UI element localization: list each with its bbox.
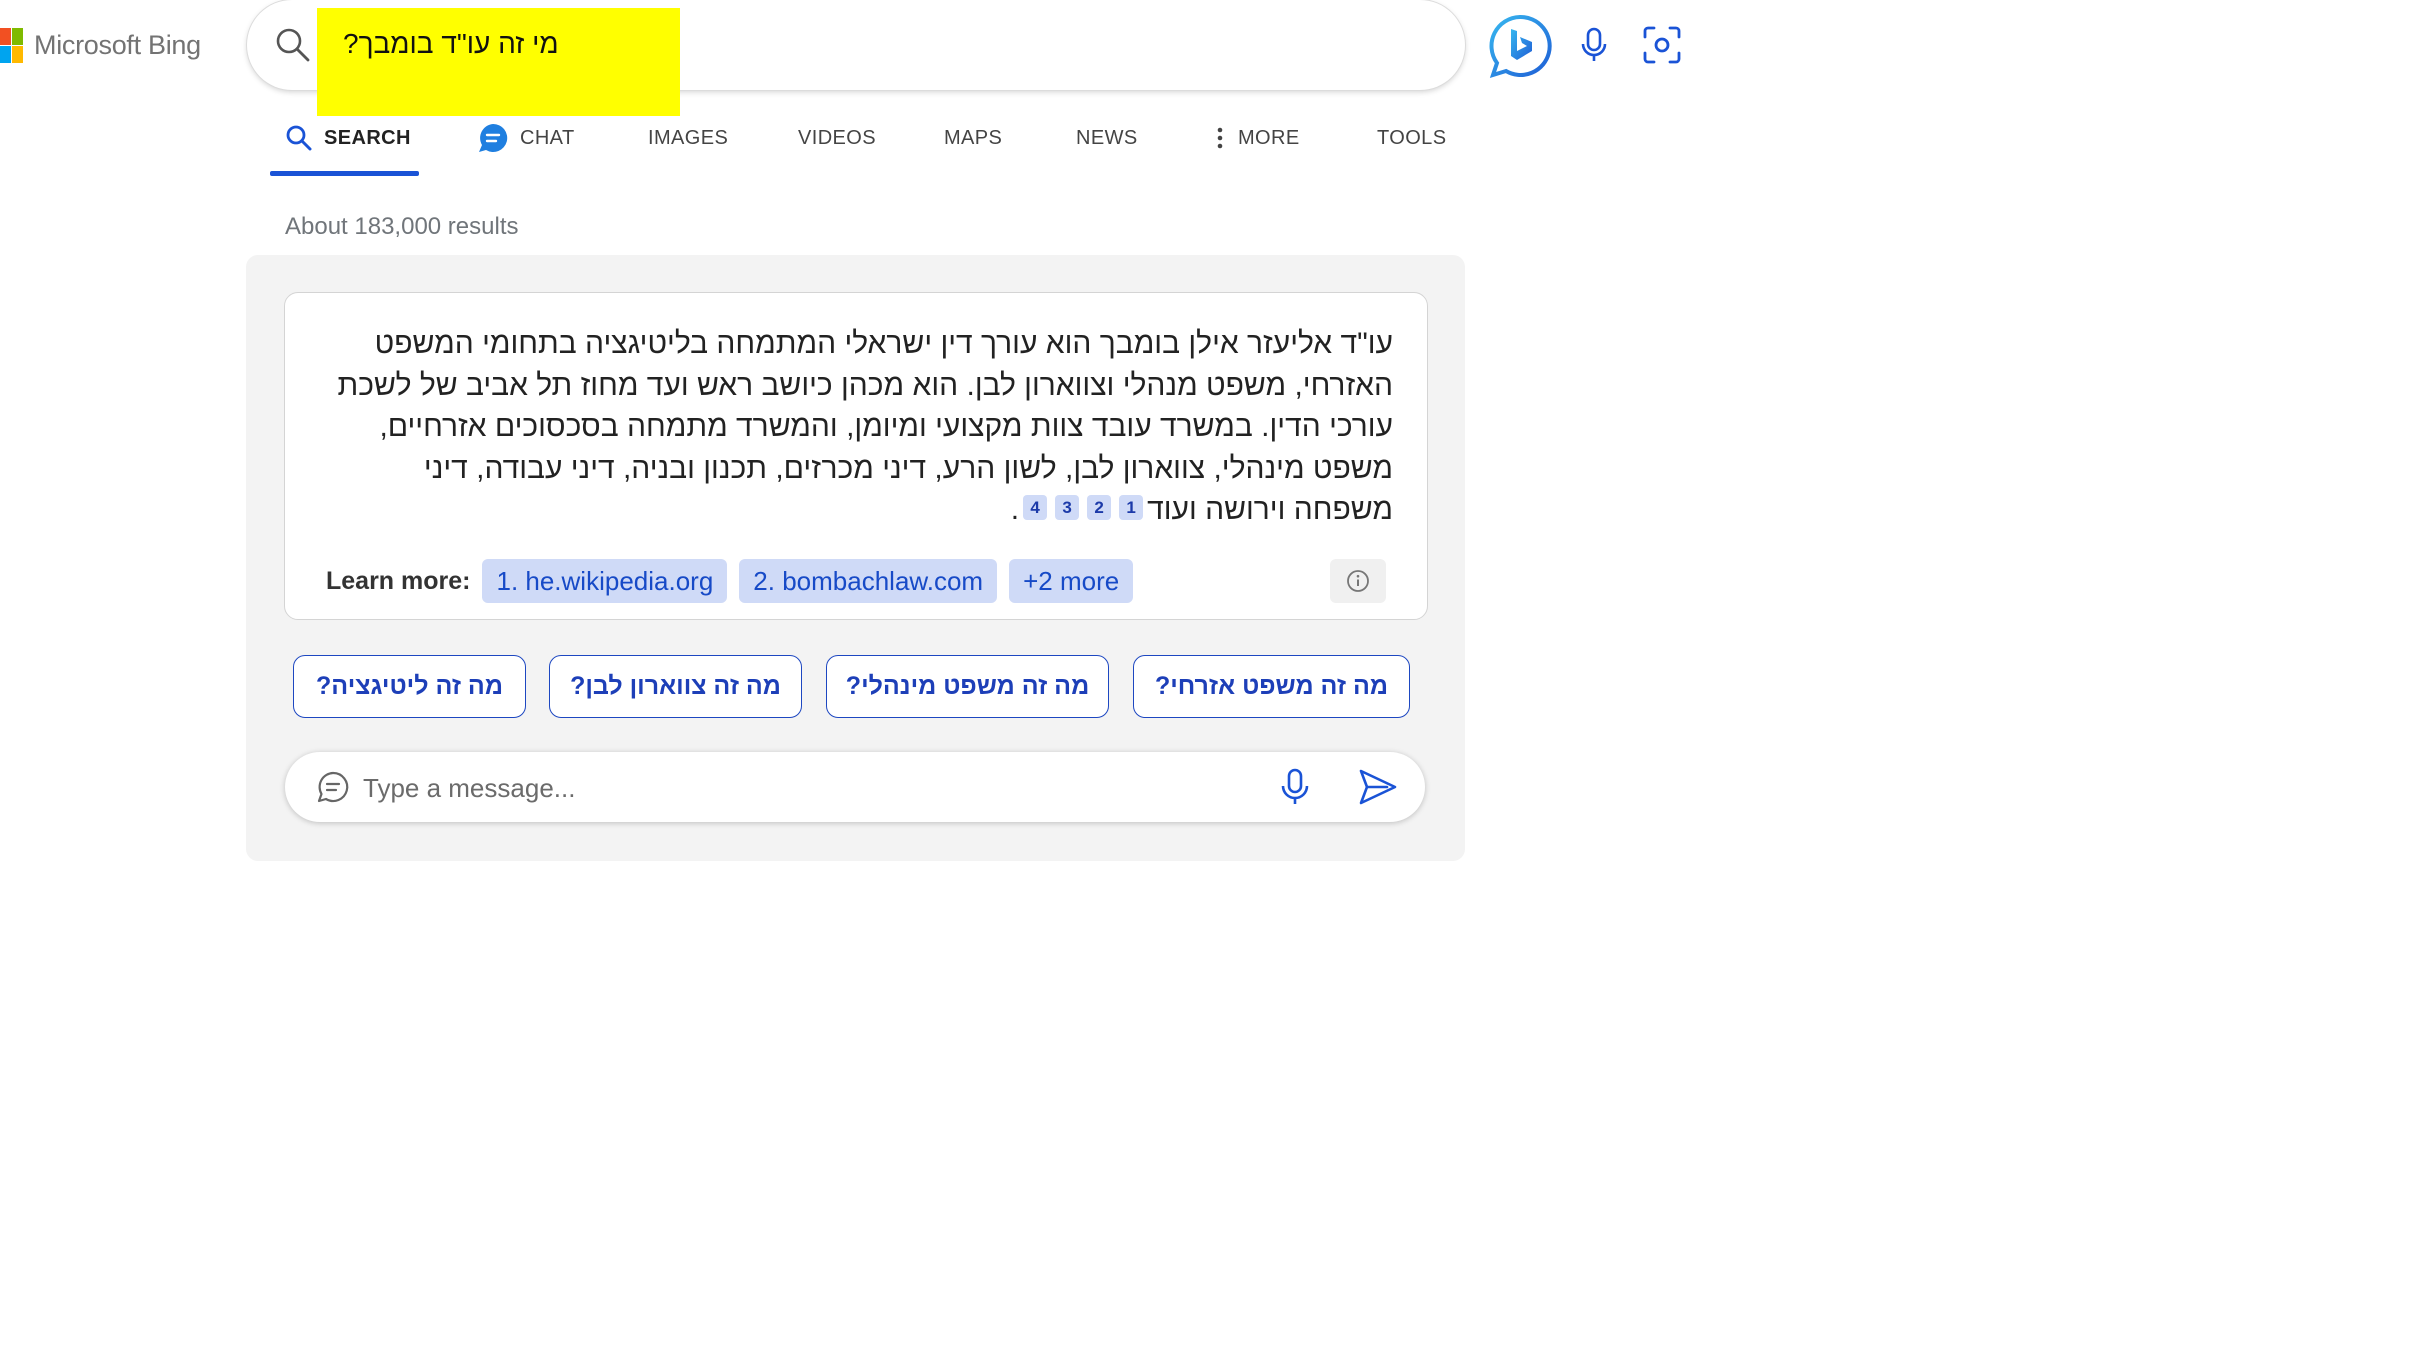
microphone-icon[interactable] [1574,25,1614,65]
answer-end-punct: . [1010,493,1020,526]
info-icon [1347,570,1369,592]
learn-more-label: Learn more: [326,566,471,595]
info-button[interactable] [1330,559,1386,603]
tab-maps-label: MAPS [944,126,1003,149]
chat-bubble-icon [479,123,508,152]
citation-2[interactable]: 2 [1087,495,1112,520]
tab-images[interactable]: IMAGES [648,118,728,158]
search-icon [286,125,312,151]
suggestion-chip[interactable]: מה זה משפט אזרחי? [1133,655,1410,718]
tab-search[interactable]: SEARCH [285,118,411,158]
tab-tools[interactable]: TOOLS [1377,118,1446,158]
tab-more[interactable]: MORE [1215,118,1300,158]
send-icon[interactable] [1357,766,1399,808]
answer-card: עו"ד אליעזר אילן בומבך הוא עורך דין ישרא… [284,292,1428,620]
microphone-icon[interactable] [1275,767,1315,807]
message-input[interactable] [361,767,1265,809]
message-composer [285,752,1425,822]
tab-news[interactable]: NEWS [1076,118,1138,158]
citation-4[interactable]: 4 [1023,495,1048,520]
suggestion-chip[interactable]: מה זה ליטיגציה? [293,655,526,718]
answer-text: עו"ד אליעזר אילן בומבך הוא עורך דין ישרא… [323,323,1393,531]
tab-maps[interactable]: MAPS [944,118,1002,158]
search-icon[interactable] [274,26,312,64]
citation-3[interactable]: 3 [1055,495,1080,520]
nav-tabs: SEARCH CHAT IMAGES VIDEOS MAPS NEWS MORE… [0,118,1568,158]
search-input[interactable]: מי זה עו"ד בומבך? [343,28,573,60]
more-sources-button[interactable]: +2 more [1009,559,1134,603]
suggestion-chip[interactable]: מה זה צווארון לבן? [549,655,802,718]
result-count: About 183,000 results [285,213,519,240]
tab-news-label: NEWS [1076,126,1138,149]
query-highlight [317,8,680,116]
brand-name: Microsoft Bing [34,29,201,60]
tab-videos-label: VIDEOS [798,126,876,149]
citation-1[interactable]: 1 [1119,495,1144,520]
visual-search-icon[interactable] [1641,24,1683,66]
chat-message-icon [317,771,349,803]
source-link[interactable]: 2. bombachlaw.com [739,559,998,603]
microsoft-logo-icon [0,26,24,64]
tab-chat[interactable]: CHAT [477,118,575,158]
tab-more-label: MORE [1238,126,1300,149]
more-vertical-icon [1217,127,1223,149]
suggestion-chip[interactable]: מה זה משפט מינהלי? [826,655,1109,718]
tab-search-label: SEARCH [324,126,411,149]
learn-more-row: Learn more: 1. he.wikipedia.org 2. bomba… [326,559,1145,603]
tab-videos[interactable]: VIDEOS [798,118,876,158]
tab-images-label: IMAGES [648,126,729,149]
bing-logo[interactable]: Microsoft Bing [0,26,201,64]
active-tab-indicator [270,171,419,176]
answer-body: עו"ד אליעזר אילן בומבך הוא עורך דין ישרא… [337,327,1393,526]
copilot-chat-icon[interactable] [1487,13,1553,79]
tab-tools-label: TOOLS [1377,126,1447,149]
source-link[interactable]: 1. he.wikipedia.org [482,559,728,603]
tab-chat-label: CHAT [520,126,575,149]
